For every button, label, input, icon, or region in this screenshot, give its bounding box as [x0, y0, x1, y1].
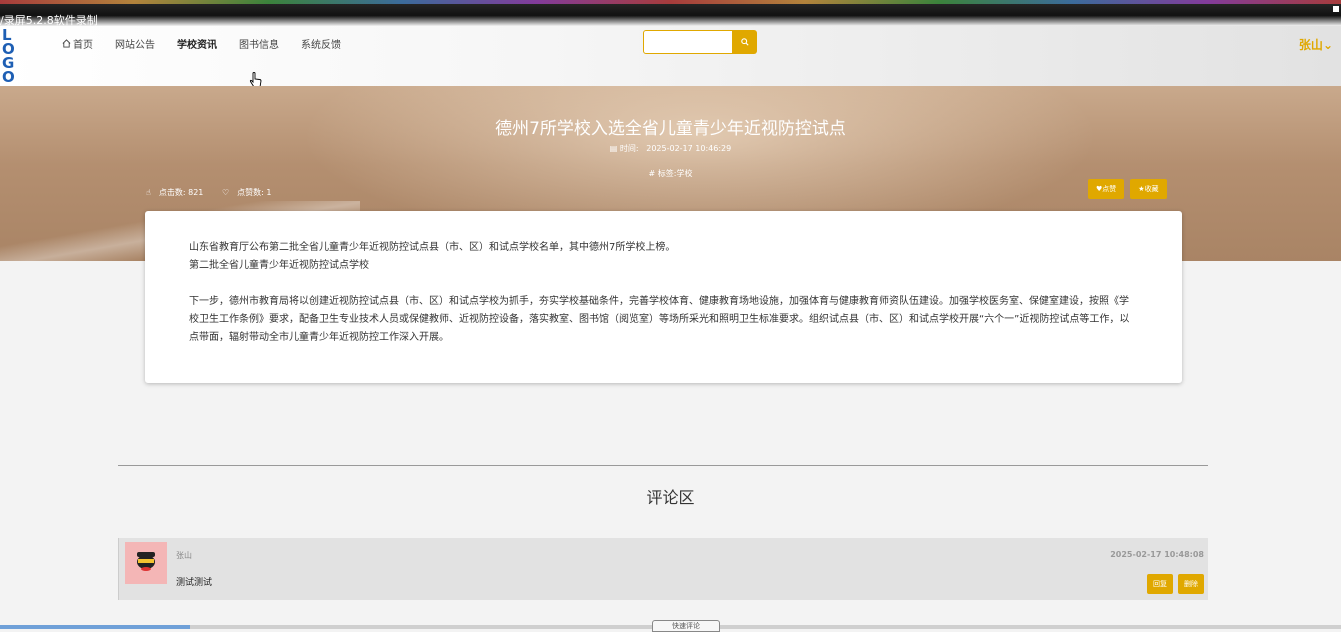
nav-item-announcements[interactable]: 网站公告: [115, 36, 155, 51]
article-content-card: 山东省教育厅公布第二批全省儿童青少年近视防控试点县（市、区）和试点学校名单，其中…: [145, 211, 1182, 383]
comment-text: 测试测试: [176, 578, 213, 588]
article-time-label: 时间:: [619, 144, 639, 153]
article-actions: ♥ 点赞 ★ 收藏: [1088, 179, 1167, 199]
avatar: [125, 542, 167, 584]
site-logo[interactable]: LO GO: [0, 26, 40, 85]
article-tag: # 标签:学校: [648, 169, 693, 178]
click-count: ☝ 点击数: 821: [146, 188, 211, 197]
user-menu[interactable]: 张山⌄: [1299, 36, 1333, 53]
nav-label-feedback: 系统反馈: [301, 40, 341, 51]
nav-item-feedback[interactable]: 系统反馈: [301, 36, 341, 51]
favorite-button[interactable]: ★ 收藏: [1130, 179, 1167, 199]
nav-item-books[interactable]: 图书信息: [239, 36, 279, 51]
article-stats: ☝ 点击数: 821 ♡ 点赞数: 1: [146, 187, 287, 198]
article-time-value: 2025-02-17 10:46:29: [646, 144, 732, 153]
nav-item-school-news[interactable]: 学校资讯: [177, 36, 217, 51]
nav-label-announcements: 网站公告: [115, 40, 155, 51]
section-divider: [118, 465, 1208, 466]
home-icon: [62, 39, 71, 48]
click-count-text: 点击数: 821: [158, 188, 204, 197]
search-button[interactable]: [733, 30, 757, 54]
like-count: ♡ 点赞数: 1: [222, 188, 280, 197]
recorder-strip: /录屏5.2.8软件录制: [0, 0, 1341, 27]
article-paragraph: 下一步，德州市教育局将以创建近视防控试点县（市、区）和试点学校为抓手，夯实学校基…: [189, 296, 1130, 343]
nav-item-home[interactable]: 首页: [62, 36, 93, 51]
like-count-text: 点赞数: 1: [237, 188, 272, 197]
bottom-tab[interactable]: 快速评论: [652, 620, 720, 632]
progress-fill: [0, 625, 190, 629]
chevron-down-icon: ⌄: [1322, 38, 1333, 52]
comment-item: 张山 测试测试 2025-02-17 10:48:08 回复 删除: [118, 538, 1208, 600]
article-title: 德州7所学校入选全省儿童青少年近视防控试点: [495, 119, 846, 139]
pointer-icon: ☝: [146, 188, 151, 197]
nav-label-school-news: 学校资讯: [177, 40, 217, 51]
like-button[interactable]: ♥ 点赞: [1088, 179, 1125, 199]
logo-text: LO GO: [2, 26, 15, 86]
comment-time: 2025-02-17 10:48:08: [1110, 550, 1204, 559]
article-paragraph: 第二批全省儿童青少年近视防控试点学校: [189, 260, 369, 271]
user-name: 张山: [1298, 38, 1323, 52]
reply-button[interactable]: 回复: [1147, 574, 1173, 594]
search-icon: [741, 38, 749, 46]
nav-label-home: 首页: [73, 40, 93, 51]
nav-label-books: 图书信息: [239, 40, 279, 51]
user-avatar-icon: [137, 552, 155, 571]
favorite-button-label: 收藏: [1144, 185, 1159, 193]
main-nav: 首页 网站公告 学校资讯 图书信息 系统反馈: [62, 36, 363, 51]
comment-actions: 回复 删除: [1147, 574, 1204, 594]
heart-outline-icon: ♡: [221, 188, 230, 197]
comment-section-title: 评论区: [646, 488, 695, 507]
calendar-icon: ▤: [609, 144, 618, 153]
like-button-label: 点赞: [1102, 185, 1117, 193]
search-input[interactable]: [643, 30, 733, 54]
site-header: LO GO 首页 网站公告 学校资讯 图书信息 系统反馈 张山⌄: [0, 26, 1341, 86]
comment-author: 张山: [176, 551, 192, 560]
article-paragraph: 山东省教育厅公布第二批全省儿童青少年近视防控试点县（市、区）和试点学校名单，其中…: [189, 242, 676, 253]
recorder-minimize-icon[interactable]: [1333, 6, 1339, 12]
article-time: ▤ 时间: 2025-02-17 10:46:29: [0, 143, 1341, 154]
delete-button[interactable]: 删除: [1178, 574, 1204, 594]
recorder-color-line: [0, 0, 1341, 4]
